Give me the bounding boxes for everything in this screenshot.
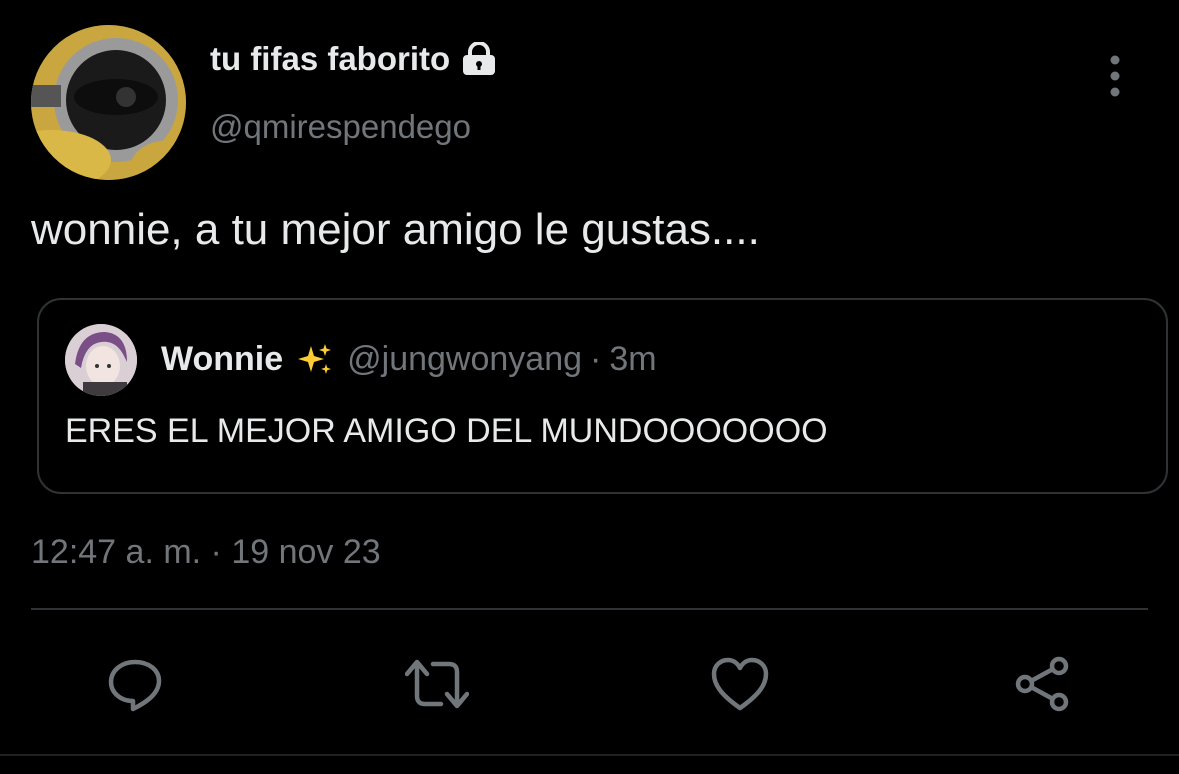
quoted-author-avatar[interactable] [65, 324, 137, 396]
minion-avatar-image [31, 25, 186, 180]
bottom-divider [0, 754, 1179, 756]
quoted-tweet-header: Wonnie @jungwonyang · 3m [161, 340, 657, 379]
tweet-text: wonnie, a tu mejor amigo le gustas.... [31, 205, 760, 254]
retweet-icon [405, 659, 469, 709]
share-button[interactable] [1011, 652, 1075, 716]
quoted-avatar-image [65, 324, 137, 396]
reply-button[interactable] [103, 652, 167, 716]
author-display-name[interactable]: tu fifas faborito [210, 40, 498, 78]
like-icon [711, 657, 769, 711]
header-separator: · [590, 340, 602, 378]
actions-divider [31, 608, 1148, 610]
author-name-text: tu fifas faborito [210, 40, 451, 77]
more-options-icon[interactable] [1099, 52, 1131, 100]
quoted-author-name[interactable]: Wonnie [161, 340, 283, 379]
quoted-tweet-time[interactable]: 3m [609, 340, 656, 379]
author-avatar[interactable] [31, 25, 186, 180]
quoted-tweet-card[interactable]: Wonnie @jungwonyang · 3m ERES EL MEJOR A… [37, 298, 1168, 494]
lock-icon [460, 42, 498, 76]
retweet-button[interactable] [405, 652, 469, 716]
quoted-author-handle[interactable]: @jungwonyang [347, 340, 582, 379]
like-button[interactable] [708, 652, 772, 716]
sparkles-icon [297, 342, 333, 378]
quoted-tweet-text: ERES EL MEJOR AMIGO DEL MUNDOOOOOOO [65, 412, 828, 450]
share-icon [1015, 656, 1069, 712]
author-handle[interactable]: @qmirespendego [210, 108, 471, 146]
tweet-timestamp[interactable]: 12:47 a. m. · 19 nov 23 [31, 533, 381, 572]
reply-icon [108, 659, 162, 712]
